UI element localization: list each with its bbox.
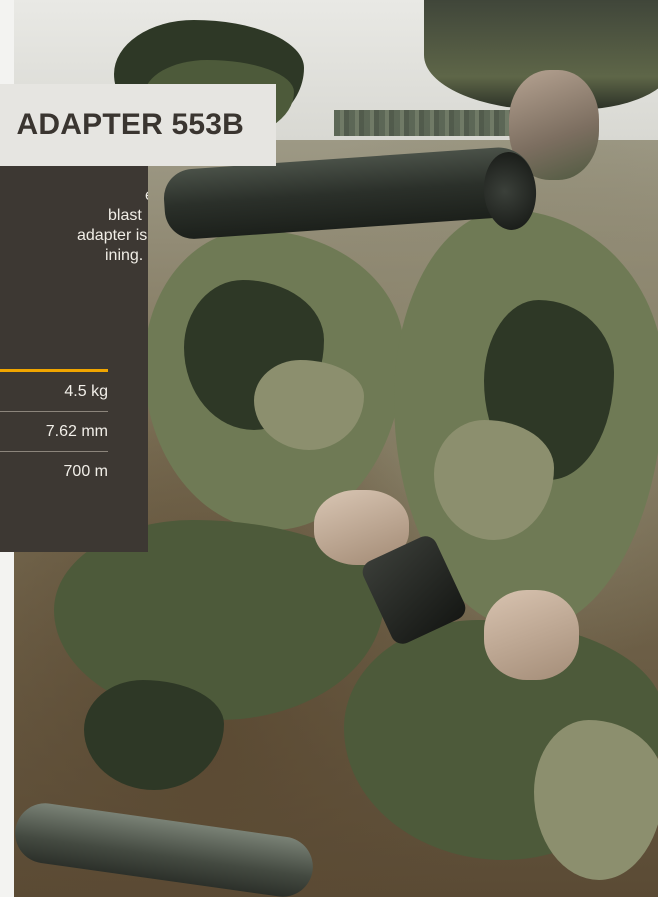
description-line: ining. bbox=[105, 247, 144, 264]
spec-row-range: 700 m bbox=[0, 452, 108, 492]
spec-table: 4.5 kg 7.62 mm 700 m bbox=[0, 369, 108, 492]
product-description: eer blast adapter is ining. bbox=[0, 186, 148, 266]
description-line: blast bbox=[108, 207, 142, 224]
spec-value: 7.62 mm bbox=[45, 422, 108, 440]
product-info-panel: eer blast adapter is ining. 4.5 kg 7.62 … bbox=[0, 166, 148, 552]
spec-value: 4.5 kg bbox=[64, 382, 108, 400]
hand bbox=[484, 590, 579, 680]
spec-value: 700 m bbox=[63, 463, 108, 480]
product-title-bar: ADAPTER 553B bbox=[0, 84, 276, 166]
spec-row-calibre: 7.62 mm bbox=[0, 412, 108, 452]
product-title: ADAPTER 553B bbox=[16, 108, 244, 141]
description-line: adapter is bbox=[77, 227, 148, 244]
description-line: eer bbox=[0, 186, 148, 206]
spec-row-weight: 4.5 kg bbox=[0, 372, 108, 412]
